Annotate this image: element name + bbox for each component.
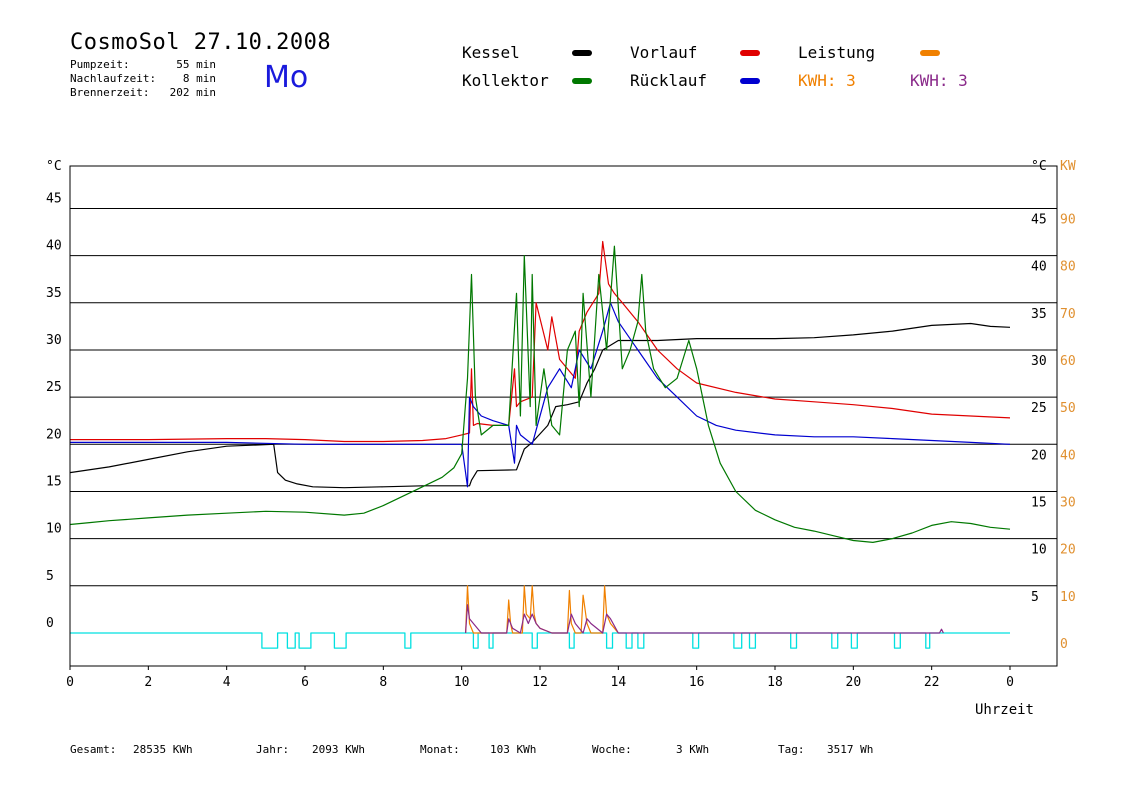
y-right-tick-label: 15 bbox=[1031, 495, 1047, 510]
x-tick-label: 0 bbox=[66, 675, 74, 690]
y-kw-tick-label: 80 bbox=[1060, 260, 1076, 275]
x-tick-label: 22 bbox=[924, 675, 940, 690]
y-right-tick-label: 45 bbox=[1031, 212, 1047, 227]
y-kw-tick-label: 30 bbox=[1060, 495, 1076, 510]
x-tick-label: 8 bbox=[379, 675, 387, 690]
y-right-tick-label: 5 bbox=[1031, 590, 1039, 605]
plot-frame bbox=[69, 165, 1058, 667]
y-right-unit: °C bbox=[1031, 159, 1047, 174]
y-left-tick-label: 45 bbox=[46, 191, 62, 206]
x-tick-label: 16 bbox=[689, 675, 705, 690]
x-tick-label: 10 bbox=[454, 675, 470, 690]
y-left-tick-label: 40 bbox=[46, 239, 62, 254]
footer-tag-label: Tag: bbox=[778, 743, 805, 756]
y-kw-unit: KW bbox=[1060, 159, 1076, 174]
y-right-tick-label: 10 bbox=[1031, 543, 1047, 558]
footer-gesamt-label: Gesamt: bbox=[70, 743, 117, 756]
footer-tag-value: 3517 Wh bbox=[827, 743, 874, 756]
footer-jahr-value: 2093 KWh bbox=[312, 743, 365, 756]
series-kwh2 bbox=[465, 604, 944, 634]
y-right-tick-label: 35 bbox=[1031, 307, 1047, 322]
y-left-unit: °C bbox=[46, 159, 62, 174]
series-leistung bbox=[465, 585, 619, 634]
y-left-tick-label: 15 bbox=[46, 474, 62, 489]
x-tick-label: 4 bbox=[223, 675, 231, 690]
y-left-tick-label: 5 bbox=[46, 569, 54, 584]
y-left-tick-label: 30 bbox=[46, 333, 62, 348]
y-right-tick-label: 30 bbox=[1031, 354, 1047, 369]
chart-axes bbox=[69, 165, 1058, 670]
y-kw-tick-label: 70 bbox=[1060, 307, 1076, 322]
y-left-tick-label: 35 bbox=[46, 286, 62, 301]
x-tick-label: 2 bbox=[144, 675, 152, 690]
x-tick-label: 0 bbox=[1006, 675, 1014, 690]
y-right-tick-label: 40 bbox=[1031, 260, 1047, 275]
x-tick-label: 20 bbox=[846, 675, 862, 690]
x-tick-label: 18 bbox=[767, 675, 783, 690]
y-kw-tick-label: 10 bbox=[1060, 590, 1076, 605]
y-left-tick-label: 10 bbox=[46, 522, 62, 537]
x-tick-label: 6 bbox=[301, 675, 309, 690]
temperature-chart: 0510152025303540455101520253035404501020… bbox=[46, 159, 1076, 718]
y-right-tick-label: 25 bbox=[1031, 401, 1047, 416]
y-left-tick-label: 25 bbox=[46, 380, 62, 395]
y-kw-tick-label: 0 bbox=[1060, 637, 1068, 652]
x-tick-label: 12 bbox=[532, 675, 548, 690]
y-right-tick-label: 20 bbox=[1031, 448, 1047, 463]
footer-monat-label: Monat: bbox=[420, 743, 460, 756]
x-axis-label: Uhrzeit bbox=[975, 702, 1034, 718]
y-left-tick-label: 20 bbox=[46, 427, 62, 442]
footer-jahr-label: Jahr: bbox=[256, 743, 290, 756]
series-kollektor bbox=[69, 245, 1011, 543]
y-kw-tick-label: 20 bbox=[1060, 543, 1076, 558]
y-kw-tick-label: 40 bbox=[1060, 448, 1076, 463]
footer-woche-value: 3 KWh bbox=[676, 743, 710, 756]
footer-gesamt-value: 28535 KWh bbox=[133, 743, 193, 756]
series-kessel bbox=[69, 322, 1011, 489]
footer-monat-value: 103 KWh bbox=[490, 743, 537, 756]
x-tick-label: 14 bbox=[611, 675, 627, 690]
series-pump bbox=[70, 632, 1010, 649]
y-kw-tick-label: 90 bbox=[1060, 212, 1076, 227]
y-kw-tick-label: 60 bbox=[1060, 354, 1076, 369]
y-kw-tick-label: 50 bbox=[1060, 401, 1076, 416]
y-left-tick-label: 0 bbox=[46, 616, 54, 631]
series-vorlauf bbox=[70, 240, 1011, 443]
footer-woche-label: Woche: bbox=[592, 743, 632, 756]
